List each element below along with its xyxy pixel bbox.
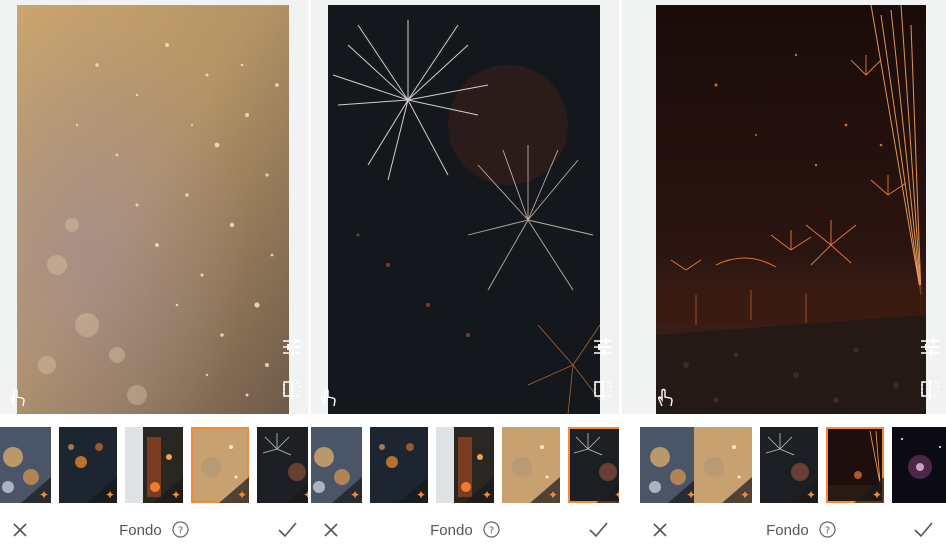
compare-icon[interactable] (918, 377, 942, 401)
sparkle-badge-icon: ✦ (722, 477, 752, 503)
svg-text:?: ? (489, 526, 494, 537)
thumbnail-bokeh-night[interactable]: ✦ (370, 427, 428, 503)
svg-text:✦: ✦ (872, 488, 882, 502)
touch-icon[interactable] (316, 386, 340, 410)
preview-photo-harbor-fireworks (656, 5, 926, 414)
thumbnail-street-lights[interactable]: ✦ (125, 427, 183, 503)
svg-text:✦: ✦ (416, 488, 426, 502)
adjust-sliders-icon[interactable] (280, 335, 304, 359)
sparkle-badge-icon: ✦ (153, 477, 183, 503)
preview-photo-fireworks (328, 5, 600, 414)
svg-text:✦: ✦ (303, 488, 308, 502)
svg-text:✦: ✦ (614, 488, 619, 502)
thumbnail-fireworks[interactable]: ✦ (568, 427, 619, 503)
sparkle-badge-icon: ✦ (87, 477, 117, 503)
sparkle-badge-icon: ✦ (21, 477, 51, 503)
thumbnail-street-lights[interactable]: ✦ (436, 427, 494, 503)
touch-icon[interactable] (5, 386, 29, 410)
thumbnail-glitter[interactable]: ✦ (191, 427, 249, 503)
svg-text:✦: ✦ (350, 488, 360, 502)
background-thumbnail-strip[interactable]: ✦ ✦ ✦ ✦ (622, 424, 946, 506)
editor-panel-2: ✦ ✦ ✦ ✦ ✦ Fondo ? (311, 0, 619, 550)
touch-icon[interactable] (653, 386, 677, 410)
galaxy-icon (892, 427, 946, 503)
editor-panel-3: ✦ ✦ ✦ ✦ Fondo ? (622, 0, 946, 550)
check-icon[interactable] (912, 520, 934, 540)
sparkle-badge-icon: ✦ (332, 477, 362, 503)
sparkle-badge-icon: ✦ (530, 477, 560, 503)
help-icon[interactable]: ? (819, 521, 836, 538)
svg-text:?: ? (178, 526, 183, 537)
svg-text:✦: ✦ (806, 488, 816, 502)
compare-icon[interactable] (591, 377, 615, 401)
sparkle-badge-icon: ✦ (596, 477, 619, 503)
sparkle-badge-icon: ✦ (788, 477, 818, 503)
svg-text:?: ? (825, 526, 830, 537)
toolbar-title: Fondo (766, 522, 809, 539)
thumbnail-city-lights[interactable]: ✦ (640, 427, 698, 503)
svg-text:✦: ✦ (171, 488, 181, 502)
editor-panel-1: ✦ ✦ ✦ ✦ ✦ Fondo ? (0, 0, 308, 550)
bottom-toolbar: Fondo ? (622, 512, 946, 550)
adjust-sliders-icon[interactable] (591, 335, 615, 359)
thumbnail-galaxy[interactable] (892, 427, 946, 503)
adjust-sliders-icon[interactable] (918, 335, 942, 359)
help-icon[interactable]: ? (172, 521, 189, 538)
svg-text:✦: ✦ (105, 488, 115, 502)
svg-text:✦: ✦ (237, 488, 247, 502)
thumbnail-city-lights[interactable]: ✦ (311, 427, 362, 503)
preview-photo-glitter (17, 5, 289, 414)
check-icon[interactable] (276, 520, 298, 540)
svg-text:✦: ✦ (740, 488, 750, 502)
toolbar-title: Fondo (430, 522, 473, 539)
sparkle-badge-icon: ✦ (464, 477, 494, 503)
sparkle-badge-icon: ✦ (398, 477, 428, 503)
toolbar-title: Fondo (119, 522, 162, 539)
svg-text:✦: ✦ (39, 488, 49, 502)
preview-canvas (0, 0, 308, 414)
thumbnail-glitter[interactable]: ✦ (694, 427, 752, 503)
preview-canvas (311, 0, 619, 414)
check-icon[interactable] (587, 520, 609, 540)
bottom-toolbar: Fondo ? (0, 512, 308, 550)
svg-text:✦: ✦ (482, 488, 492, 502)
thumbnail-harbor-fireworks[interactable]: ✦ (826, 427, 884, 503)
thumbnail-fireworks[interactable]: ✦ (760, 427, 818, 503)
background-thumbnail-strip[interactable]: ✦ ✦ ✦ ✦ ✦ (0, 424, 308, 506)
background-thumbnail-strip[interactable]: ✦ ✦ ✦ ✦ ✦ (311, 424, 619, 506)
preview-canvas (622, 0, 946, 414)
compare-icon[interactable] (280, 377, 304, 401)
sparkle-badge-icon: ✦ (219, 477, 249, 503)
help-icon[interactable]: ? (483, 521, 500, 538)
thumbnail-city-lights[interactable]: ✦ (0, 427, 51, 503)
thumbnail-glitter[interactable]: ✦ (502, 427, 560, 503)
sparkle-badge-icon: ✦ (854, 477, 884, 503)
thumbnail-fireworks[interactable]: ✦ (257, 427, 308, 503)
svg-text:✦: ✦ (548, 488, 558, 502)
bottom-toolbar: Fondo ? (311, 512, 619, 550)
sparkle-badge-icon: ✦ (285, 477, 308, 503)
thumbnail-bokeh-night[interactable]: ✦ (59, 427, 117, 503)
